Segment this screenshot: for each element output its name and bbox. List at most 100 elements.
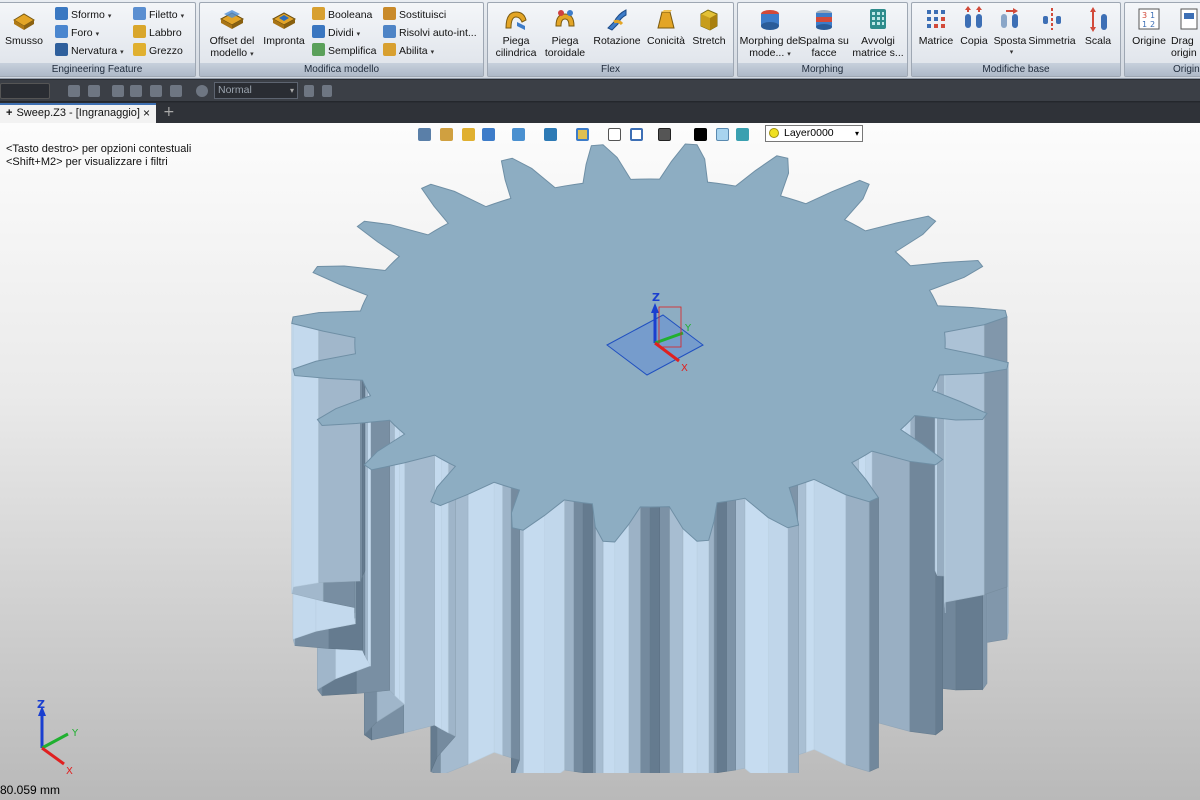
lip-button[interactable]: Labbro xyxy=(133,25,182,42)
hole-icon xyxy=(55,25,68,38)
gear-tooth-flank xyxy=(696,540,709,773)
rib-button[interactable]: Nervatura ▾ xyxy=(55,43,124,60)
stock-icon xyxy=(133,43,146,56)
draft-button[interactable]: Sformo ▾ xyxy=(55,7,111,24)
wrap-icon xyxy=(811,6,837,32)
origin-label: Origine xyxy=(1132,35,1166,47)
drag-origin-icon xyxy=(1175,6,1200,32)
taper-icon xyxy=(653,6,679,32)
group-title: Modifica modello xyxy=(200,63,483,76)
add-icon: + xyxy=(6,107,13,119)
twist-label: Rotazione xyxy=(593,35,641,47)
group-origin: 3112 Origine Drag origin Origin xyxy=(1124,2,1200,77)
cylindrical-bend-label: Piega cilindrica xyxy=(495,35,537,59)
gear-tooth-flank xyxy=(708,521,715,773)
cylindrical-bend-button[interactable]: Piega cilindrica xyxy=(488,6,544,59)
origin-icon: 3112 xyxy=(1136,6,1162,32)
drag-origin-button[interactable]: Drag origin xyxy=(1167,6,1200,59)
gear-tooth-flank xyxy=(614,523,629,773)
boolean-button[interactable]: Booleana xyxy=(312,7,372,24)
gear-tooth-flank xyxy=(659,506,670,773)
gear-tooth-flank xyxy=(845,494,870,773)
wrap-pattern-button[interactable]: Avvolgi matrice s... xyxy=(846,6,910,59)
gear-tooth-flank xyxy=(669,505,684,773)
draft-label: Sformo xyxy=(71,9,105,21)
resolve-self-intersect-button[interactable]: Risolvi auto-int... xyxy=(383,25,477,42)
hint-filters: <Shift+M2> per visualizzare i filtri xyxy=(6,156,168,168)
morph-model-button[interactable]: Morphing del mode... ▾ xyxy=(738,6,802,61)
pick-point-icon[interactable] xyxy=(170,85,182,97)
stock-label: Grezzo xyxy=(149,45,183,57)
gear-tooth-flank xyxy=(292,312,320,588)
toroidal-bend-button[interactable]: Piega toroidale xyxy=(537,6,593,59)
draft-icon xyxy=(55,7,68,20)
replace-button[interactable]: Sostituisci xyxy=(383,7,446,24)
cylindrical-bend-icon xyxy=(503,6,529,32)
gear-tooth-flank xyxy=(716,501,727,773)
gear-tooth-flank xyxy=(640,506,651,773)
gear-tooth-flank xyxy=(367,389,371,667)
offset-model-button[interactable]: Offset del modello ▾ xyxy=(203,6,261,61)
chamfer-button[interactable]: Smusso xyxy=(1,6,47,47)
filter-combo[interactable] xyxy=(0,83,50,99)
split-label: Dividi xyxy=(328,27,354,39)
rib-label: Nervatura xyxy=(71,45,118,57)
select-tool-icon[interactable] xyxy=(68,85,80,97)
taper-label: Conicità xyxy=(647,35,685,47)
gear-icon[interactable] xyxy=(196,85,208,97)
stretch-icon xyxy=(696,6,722,32)
fillet-button[interactable]: Filetto ▾ xyxy=(133,7,184,24)
wrap-pattern-label: Avvolgi matrice s... xyxy=(852,35,904,59)
twist-icon xyxy=(604,6,630,32)
cursor-icon[interactable] xyxy=(304,85,314,97)
triad-z-label: Z xyxy=(37,698,45,711)
hole-button[interactable]: Foro ▾ xyxy=(55,25,99,42)
cursor-plus-icon[interactable] xyxy=(322,85,332,97)
snap-tool-icon[interactable] xyxy=(88,85,100,97)
gear-tooth-flank xyxy=(813,478,846,766)
gear-tooth-flank xyxy=(403,454,435,734)
split-button[interactable]: Dividi ▾ xyxy=(312,25,360,42)
viewport-3d[interactable]: <Tasto destro> per opzioni contestuali <… xyxy=(0,123,1200,800)
scale-label: Scala xyxy=(1084,35,1112,47)
simplify-button[interactable]: Semplifica xyxy=(312,43,376,60)
document-tab[interactable]: + Sweep.Z3 - [Ingranaggio] × xyxy=(0,103,156,123)
twist-button[interactable]: Rotazione xyxy=(589,6,645,47)
selection-mode-select[interactable]: Normal ▾ xyxy=(214,82,298,99)
group-title: Origin xyxy=(1125,63,1200,76)
gear-tooth-flank xyxy=(602,540,616,773)
gear-tooth-flank xyxy=(744,497,769,773)
pick-vertex-icon[interactable] xyxy=(150,85,162,97)
gear-tooth-flank xyxy=(522,514,545,773)
gear-tooth-flank xyxy=(493,481,503,756)
stock-button[interactable]: Grezzo xyxy=(133,43,183,60)
stretch-button[interactable]: Stretch xyxy=(681,6,737,47)
toroidal-bend-label: Piega toroidale xyxy=(544,35,586,59)
imprint-icon xyxy=(271,6,297,32)
pick-face-icon[interactable] xyxy=(112,85,124,97)
close-tab-button[interactable]: × xyxy=(143,105,150,122)
document-tab-label: Sweep.Z3 - [Ingranaggio] xyxy=(16,107,140,119)
wrap-on-faces-button[interactable]: Spalma su facce xyxy=(794,6,854,59)
mirror-icon xyxy=(1039,6,1065,32)
svg-text:3: 3 xyxy=(1142,11,1147,20)
pick-edge-icon[interactable] xyxy=(130,85,142,97)
gear-tooth-flank xyxy=(595,526,604,773)
group-title: Engineering Feature xyxy=(0,63,195,76)
gear-tooth-flank xyxy=(394,424,400,701)
split-icon xyxy=(312,25,325,38)
group-title: Modifiche base xyxy=(912,63,1120,76)
view-triad: Z Y X xyxy=(37,698,79,777)
imprint-label: Impronta xyxy=(263,35,305,47)
enable-button[interactable]: Abilita ▾ xyxy=(383,43,434,60)
gear-model[interactable]: Z Y X xyxy=(250,133,1050,773)
gear-tooth-flank xyxy=(628,505,641,773)
imprint-button[interactable]: Impronta xyxy=(260,6,308,47)
gear-tooth-flank xyxy=(582,502,593,773)
new-tab-button[interactable]: + xyxy=(163,103,175,122)
drag-origin-label: Drag origin xyxy=(1171,35,1197,59)
group-title: Morphing xyxy=(738,63,907,76)
boolean-label: Booleana xyxy=(328,9,373,21)
gear-tooth-flank xyxy=(909,460,936,736)
simplify-label: Semplifica xyxy=(328,45,377,57)
